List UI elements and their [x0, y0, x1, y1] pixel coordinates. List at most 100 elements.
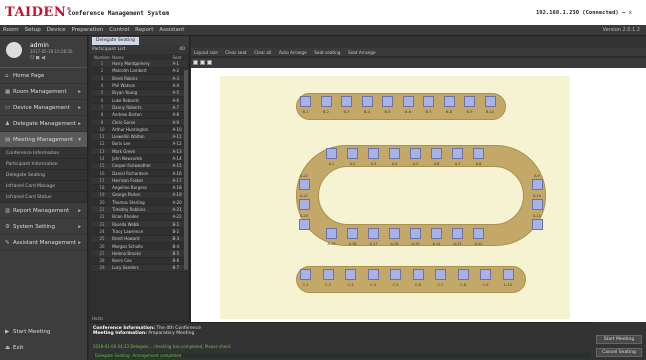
menu-room[interactable]: Room [0, 25, 22, 35]
nav-device-management[interactable]: ▭ Device Management ▸ [0, 100, 87, 116]
seat[interactable] [502, 269, 514, 280]
seat[interactable] [464, 96, 475, 107]
seat[interactable] [361, 96, 373, 107]
auto-arrange-button[interactable]: Auto Arrange [276, 48, 310, 57]
nav-exit[interactable]: ⏏ Exit [0, 340, 88, 356]
seat[interactable] [300, 269, 311, 280]
seat[interactable] [345, 269, 356, 280]
table-row[interactable]: 1 Harry Montgomery A-1 [92, 60, 187, 68]
seat[interactable] [435, 269, 446, 280]
seat[interactable] [341, 96, 352, 107]
table-row[interactable]: 5 Bryan Young A-5 [92, 89, 187, 98]
table-row[interactable]: 11 Llewellin Walton A-11 [92, 132, 187, 141]
seat[interactable] [389, 148, 400, 159]
seat[interactable] [410, 148, 421, 159]
table-row[interactable]: 29 Lucy Sanders B-7 [92, 264, 187, 273]
seat[interactable] [390, 269, 401, 280]
clear-seat-button[interactable]: Clear seat [222, 48, 249, 57]
subnav-participant-information[interactable]: Participant Information [0, 159, 87, 170]
table-row[interactable]: 13 Mark Green A-13 [92, 147, 187, 156]
nav-meeting-management[interactable]: ▤ Meeting Management ▾ [0, 132, 87, 148]
table-row[interactable]: 23 Rosella Webb B-1 [92, 220, 187, 229]
menu-assistant[interactable]: Assistant [156, 25, 187, 35]
seat[interactable] [320, 96, 332, 107]
seat[interactable] [368, 228, 379, 239]
table-row[interactable]: 12 Boris Lee A-12 [92, 140, 187, 149]
nav-assistant-management[interactable]: ✎ Assistant Management ▸ [0, 235, 87, 251]
seat[interactable] [322, 269, 334, 280]
seat[interactable] [326, 148, 337, 159]
menu-control[interactable]: Control [106, 25, 132, 35]
user-action-icons[interactable]: ⏻ ◼ ◀ [30, 55, 45, 61]
table-row[interactable]: 20 Thomas Sterling A-20 [92, 198, 187, 207]
column-header[interactable]: Number [92, 54, 110, 60]
seat[interactable] [484, 96, 496, 107]
table-row[interactable]: 15 Casper Fairweather A-15 [92, 162, 187, 170]
tab-delegate-seating[interactable]: Delegate Seating [92, 37, 139, 45]
seat[interactable] [532, 179, 543, 190]
seat[interactable] [431, 148, 442, 159]
nav-system-setting[interactable]: ⚙ System Setting ▸ [0, 219, 87, 235]
window-controls[interactable]: – ✕ [622, 10, 632, 16]
seat[interactable] [473, 228, 484, 239]
table-row[interactable]: 17 Harrison Fosker A-17 [92, 176, 187, 185]
seat[interactable] [299, 199, 310, 210]
cancel-seating-button[interactable]: Cancel Seating [596, 348, 642, 357]
table-row[interactable]: 22 Brian Rhodes A-22 [92, 213, 187, 222]
layout-size-button[interactable]: Layout size [191, 48, 221, 57]
nav-home[interactable]: ⌂ Home Page [0, 68, 87, 84]
seat[interactable] [367, 269, 379, 280]
nav-room-management[interactable]: ▦ Room Management ▸ [0, 84, 87, 100]
menu-report[interactable]: Report [132, 25, 156, 35]
seat[interactable] [347, 148, 358, 159]
table-row[interactable]: 7 Danny Roberts A-7 [92, 103, 187, 112]
menu-device[interactable]: Device [44, 25, 69, 35]
table-row[interactable]: 19 George Parker A-19 [92, 191, 187, 200]
subnav-infrared-card-status[interactable]: Infrared Card Status [0, 192, 87, 203]
zoom-out-icon[interactable] [200, 60, 205, 65]
seat[interactable] [347, 228, 358, 239]
fit-icon[interactable] [207, 60, 212, 65]
table-row[interactable]: 18 Angeline Burgess A-18 [92, 184, 187, 192]
seat[interactable] [300, 96, 311, 107]
subnav-conference-information[interactable]: Conference Information [0, 148, 87, 159]
seat[interactable] [532, 199, 543, 210]
zoom-in-icon[interactable] [193, 60, 198, 65]
nav-report-management[interactable]: ▥ Report Management ▸ [0, 203, 87, 219]
seat[interactable] [389, 228, 400, 239]
seat[interactable] [368, 148, 379, 159]
seat[interactable] [382, 96, 393, 107]
table-row[interactable]: 16 Daniel Richardson A-16 [92, 169, 187, 178]
seat[interactable] [410, 228, 421, 239]
table-row[interactable]: 3 Brent Robins A-3 [92, 74, 187, 83]
seat-arrange-button[interactable]: Seat Arrange [345, 48, 378, 57]
table-row[interactable]: 24 Tracy Lawrence B-2 [92, 227, 187, 236]
seat[interactable] [532, 219, 543, 230]
seat[interactable] [480, 269, 491, 280]
table-row[interactable]: 27 Helena Brooks B-5 [92, 249, 187, 258]
clear-all-button[interactable]: Clear all [251, 48, 274, 57]
seat[interactable] [457, 269, 469, 280]
menu-setup[interactable]: Setup [22, 25, 44, 35]
seat[interactable] [431, 228, 442, 239]
table-row[interactable]: 25 Brent Howard B-3 [92, 235, 187, 243]
participant-scrollbar[interactable] [184, 70, 188, 270]
seat[interactable] [423, 96, 434, 107]
table-row[interactable]: 14 John Newcomb A-14 [92, 154, 187, 163]
subnav-infrared-card-manage[interactable]: Infrared Card Manage [0, 181, 87, 192]
seat[interactable] [412, 269, 424, 280]
table-row[interactable]: 8 Andrew Barton A-8 [92, 111, 187, 119]
seat[interactable] [473, 148, 484, 159]
table-row[interactable]: 9 Chris Gorse A-9 [92, 118, 187, 127]
table-row[interactable]: 6 Luke Robards A-6 [92, 96, 187, 105]
table-row[interactable]: 10 Arthur Huntington A-10 [92, 125, 187, 134]
menu-preparation[interactable]: Preparation [69, 25, 107, 35]
seat[interactable] [299, 219, 310, 230]
seat[interactable] [299, 179, 310, 190]
nav-start-meeting[interactable]: ▶ Start Meeting [0, 324, 88, 340]
table-row[interactable]: 26 Morgan Schults B-4 [92, 242, 187, 251]
start-meeting-button[interactable]: Start Meeting [596, 335, 642, 344]
nav-delegate-management[interactable]: ♟ Delegate Management ▸ [0, 116, 87, 132]
table-row[interactable]: 4 Phil Watson A-4 [92, 81, 187, 90]
subnav-delegate-seating[interactable]: Delegate Seating [0, 170, 87, 181]
